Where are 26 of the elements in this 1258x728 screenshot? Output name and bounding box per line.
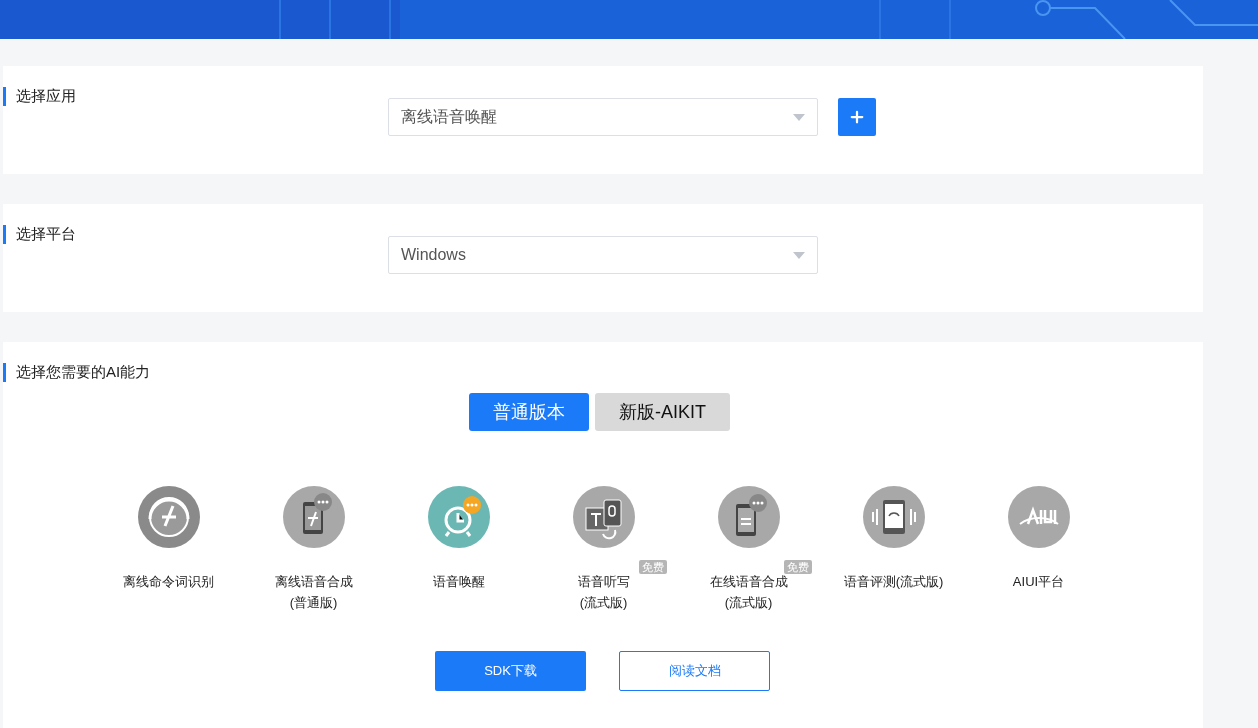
ability-label[interactable]: AIUI平台	[1012, 571, 1065, 592]
free-tag: 免费	[784, 560, 812, 574]
ability-label[interactable]: 语音评测(流式版)	[843, 571, 944, 592]
caret-icon	[793, 251, 805, 259]
free-tag: 免费	[639, 560, 667, 574]
ability-icon[interactable]	[572, 486, 635, 548]
section-title: 选择您需要的AI能力	[16, 361, 151, 382]
caret-icon	[793, 113, 805, 121]
add-button[interactable]	[838, 98, 876, 136]
plus-icon	[848, 108, 866, 126]
ability-icon[interactable]	[862, 486, 925, 548]
dropdown-select[interactable]: Windows	[388, 236, 818, 274]
section-title: 选择应用	[16, 85, 76, 106]
ability-label[interactable]: 在线语音合成 (流式版)	[709, 571, 788, 613]
ability-label[interactable]: 离线命令词识别	[123, 571, 214, 592]
ability-label[interactable]: 语音听写 (流式版)	[577, 571, 630, 613]
ability-icon[interactable]	[282, 486, 345, 548]
docs-button[interactable]: 阅读文档	[619, 651, 770, 691]
download-button[interactable]: SDK下载	[435, 651, 586, 691]
ability-label[interactable]: 语音唤醒	[432, 571, 485, 592]
ability-label[interactable]: 离线语音合成 (普通版)	[274, 571, 353, 613]
ability-icon[interactable]	[717, 486, 780, 548]
version-tab[interactable]: 普通版本	[469, 393, 589, 431]
version-tab[interactable]: 新版-AIKIT	[595, 393, 730, 431]
dropdown-select[interactable]: 离线语音唤醒	[388, 98, 818, 136]
section-title: 选择平台	[16, 223, 76, 244]
